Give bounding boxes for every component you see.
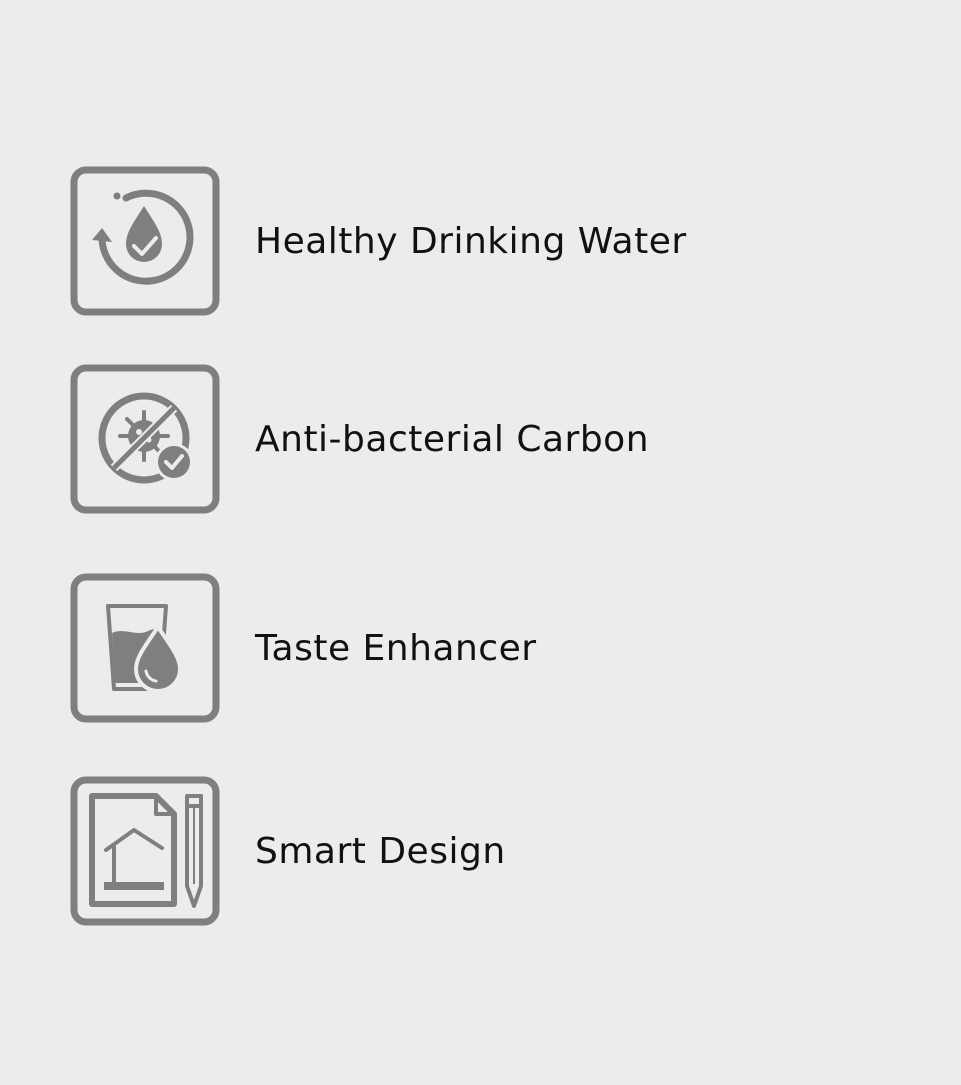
water-drop-cycle-icon	[70, 166, 220, 316]
feature-label: Healthy Drinking Water	[255, 220, 687, 262]
feature-healthy-drinking-water: Healthy Drinking Water	[70, 166, 870, 316]
glass-water-drop-icon	[70, 573, 220, 723]
feature-anti-bacterial-carbon: Anti-bacterial Carbon	[70, 364, 870, 514]
blueprint-pencil-icon	[70, 776, 220, 926]
feature-label: Anti-bacterial Carbon	[255, 418, 650, 460]
feature-label: Smart Design	[255, 830, 506, 872]
no-bacteria-icon	[70, 364, 220, 514]
feature-taste-enhancer: Taste Enhancer	[70, 573, 870, 723]
feature-label: Taste Enhancer	[255, 627, 537, 669]
feature-smart-design: Smart Design	[70, 776, 870, 926]
